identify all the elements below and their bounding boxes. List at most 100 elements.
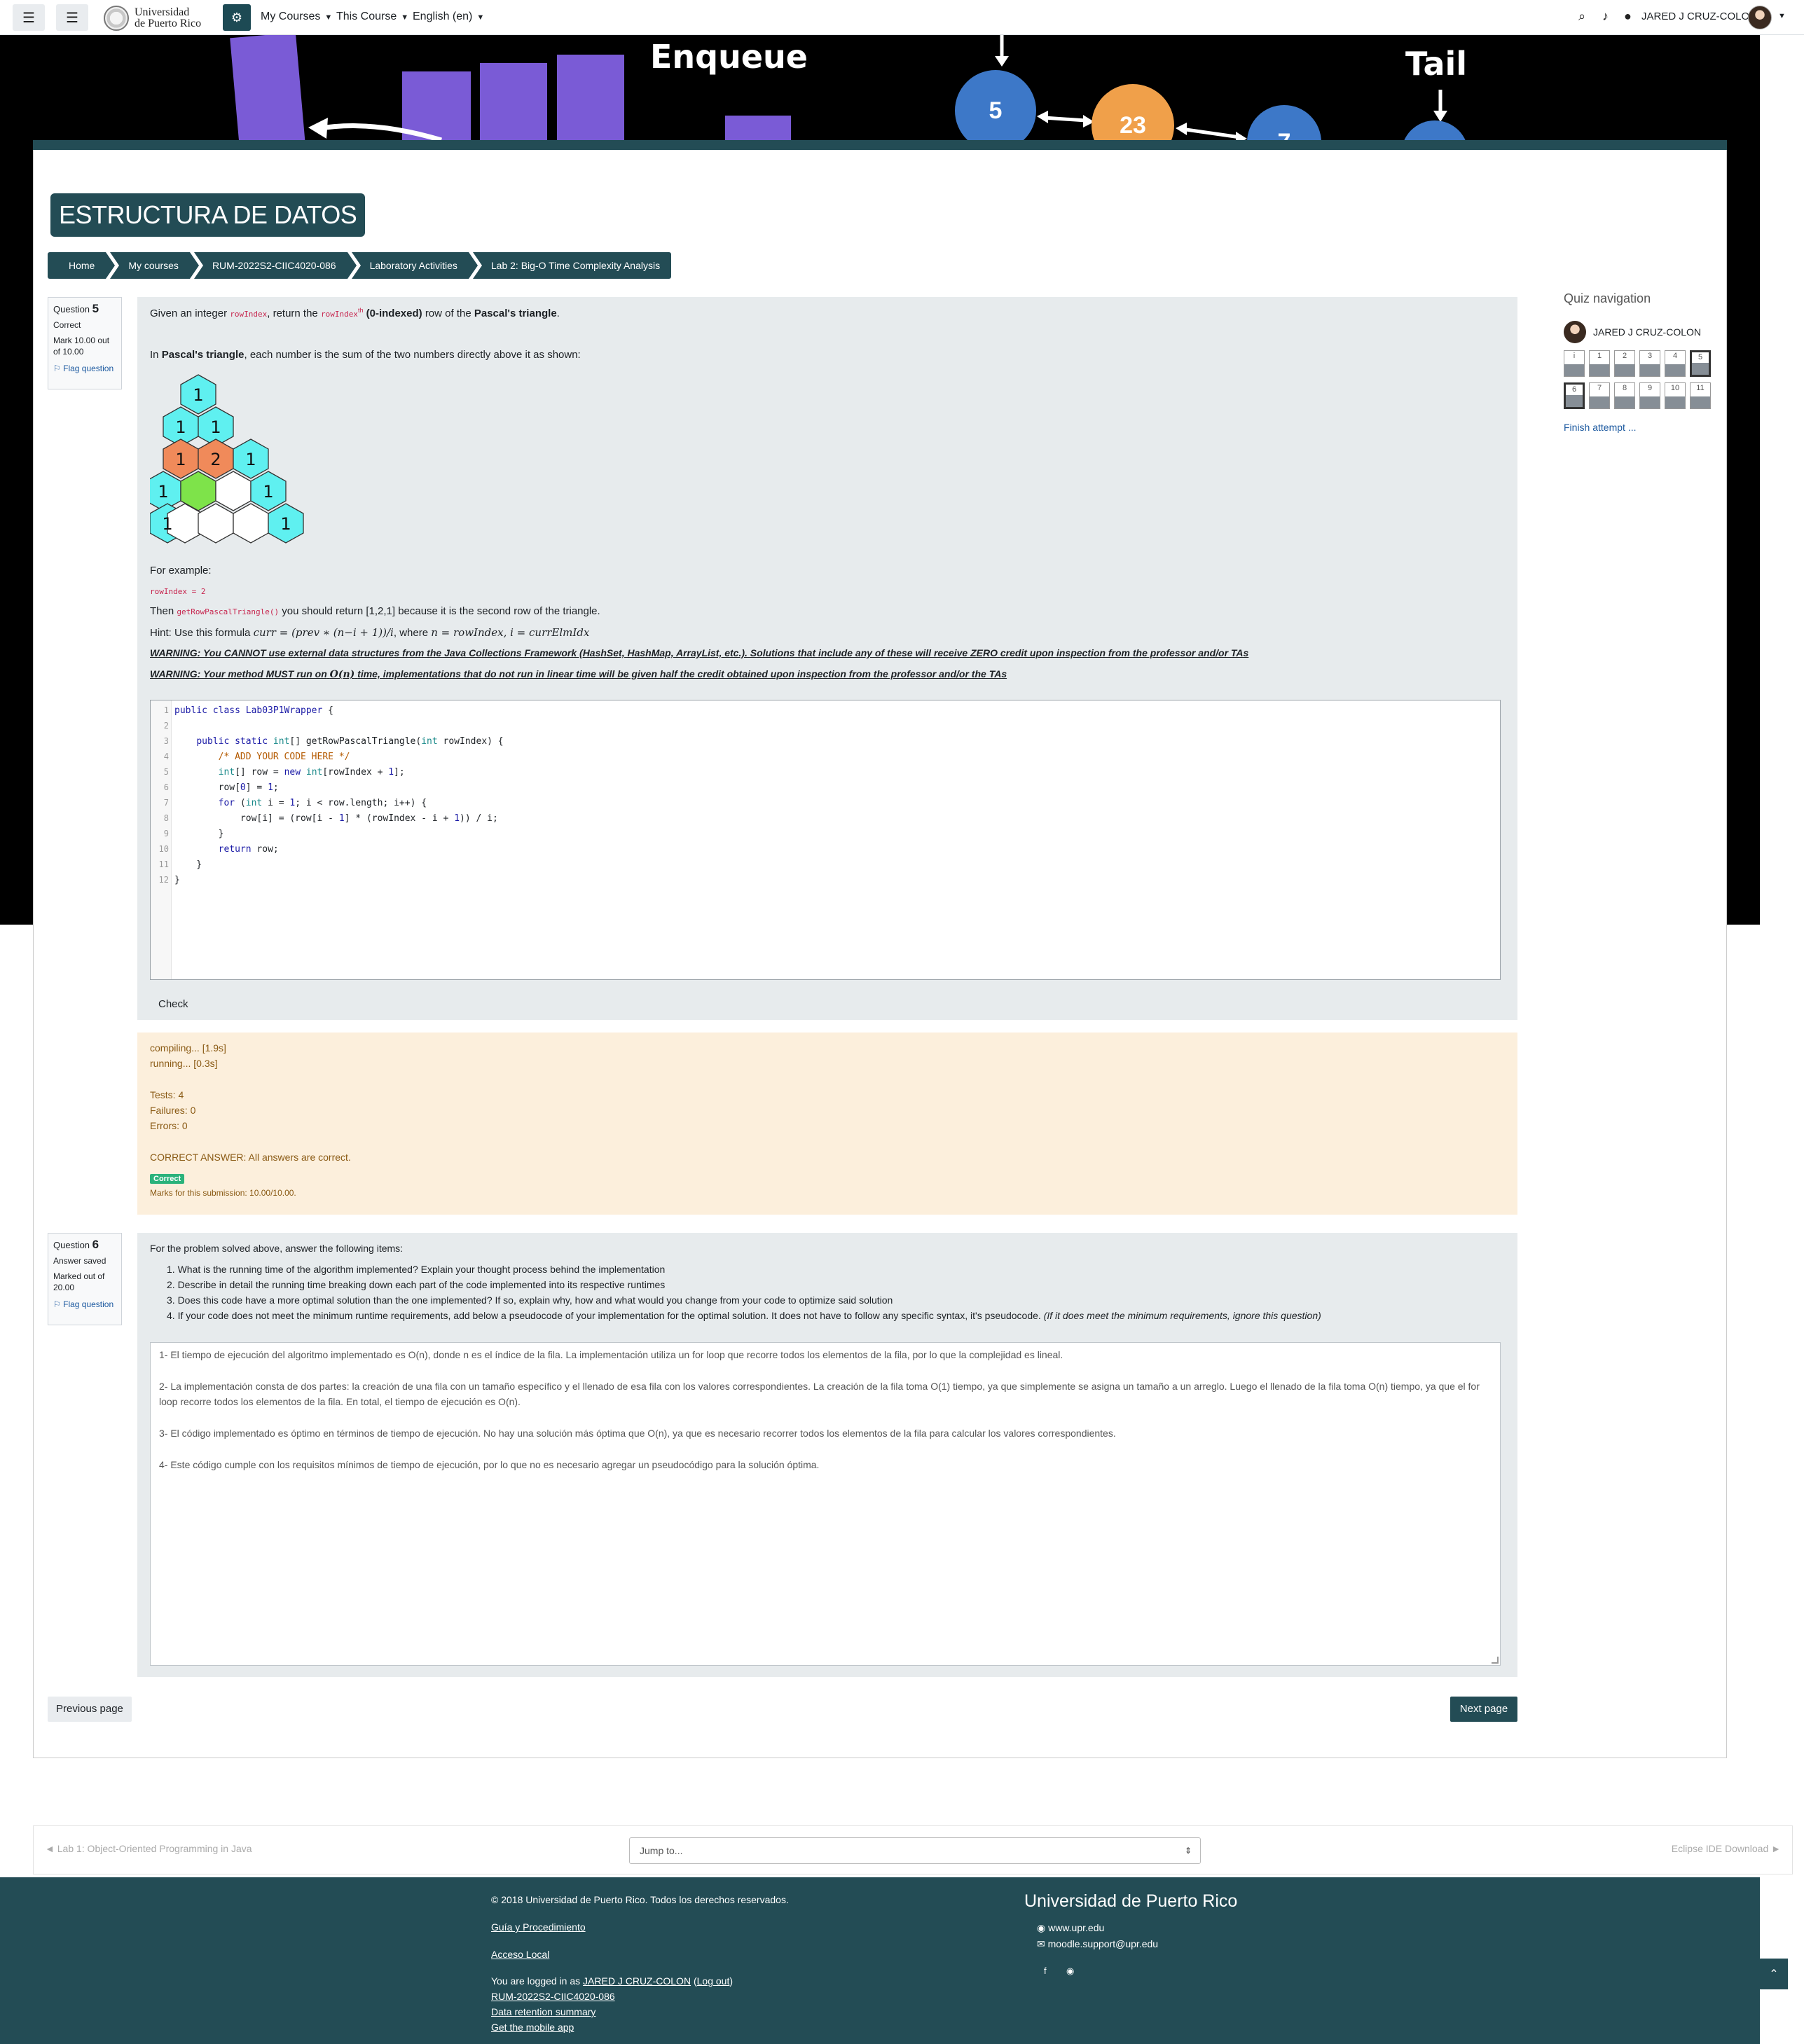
language-menu[interactable]: English (en) ▼ [413,11,484,23]
quiz-navigation-block: Quiz navigation JARED J CRUZ-COLON i 1 2… [1564,291,1718,433]
next-activity-link[interactable]: Eclipse IDE Download ► [1672,1843,1781,1854]
pascal-cell-label: 2 [210,450,221,469]
question-state: Answer saved [53,1256,106,1266]
previous-activity-link[interactable]: ◄ Lab 1: Object-Oriented Programming in … [45,1843,252,1854]
jump-to-select[interactable]: Jump to... ⇕ [629,1837,1201,1864]
footer-link-local-access[interactable]: Acceso Local [491,1949,549,1960]
pascal-cell-label: 1 [193,385,203,405]
list-item: 2. Describe in detail the running time b… [167,1279,666,1290]
facebook-icon[interactable]: f [1044,1966,1047,1976]
quiz-nav-info[interactable]: i [1564,350,1585,377]
text: WARNING: Your method MUST run on [150,668,327,679]
mobile-app-link[interactable]: Get the mobile app [491,2022,574,2033]
question-5-paragraph-2: In Pascal's triangle, each number is the… [150,349,581,361]
resize-handle[interactable] [1492,1657,1499,1664]
avatar[interactable] [1748,6,1772,29]
tests-count: Tests: 4 [150,1089,184,1100]
footer-course-link[interactable]: RUM-2022S2-CIIC4020-086 [491,1991,615,2002]
quiz-nav-question-current[interactable]: 5 [1690,350,1711,377]
banner-enqueue-text: Enqueue [650,38,808,76]
quiz-nav-question[interactable]: 7 [1589,382,1610,409]
pascal-cell-label: 1 [245,450,256,469]
math-formula: O(n) [329,669,355,680]
example-then: Then getRowPascalTriangle() you should r… [150,605,600,617]
quiz-nav-question[interactable]: 11 [1690,382,1711,409]
text: Given an integer [150,308,228,319]
list-icon: ☰ [66,10,78,26]
previous-page-button[interactable]: Previous page [48,1697,132,1722]
drawer-toggle-button[interactable]: ☰ [13,4,45,31]
example-label: For example: [150,565,212,576]
search-icon[interactable]: ⌕ [1578,9,1585,24]
answer-paragraph: 2- La implementación consta de dos parte… [159,1381,1480,1407]
question-5-intro: Given an integer rowIndex, return the ro… [150,307,560,319]
breadcrumb-quiz[interactable]: Lab 2: Big-O Time Complexity Analysis [472,252,672,279]
quiz-nav-question[interactable]: 9 [1639,382,1660,409]
footer-email[interactable]: ✉ moodle.support@upr.edu [1037,1938,1158,1950]
back-to-top-button[interactable]: ⌃ [1760,1959,1788,1989]
question-5-content: Given an integer rowIndex, return the ro… [137,297,1517,1020]
question-mark: Marked out of 20.00 [53,1271,105,1292]
breadcrumb-my-courses[interactable]: My courses [110,252,199,279]
question-6-info: Question 6 Answer saved Marked out of 20… [48,1233,122,1325]
quiz-nav-question-current[interactable]: 6 [1564,382,1585,409]
footer-web[interactable]: ◉ www.upr.edu [1037,1922,1104,1934]
code-editor[interactable]: 1 public class Lab03P1Wrapper { 2 3 publi… [150,700,1501,980]
bold-text: Pascal's triangle [161,349,245,361]
jump-to-value: Jump to... [640,1845,683,1856]
my-courses-label: My Courses [261,11,321,22]
breadcrumb-home[interactable]: Home [48,252,116,279]
caret-down-icon[interactable]: ▼ [1778,12,1786,20]
next-page-button[interactable]: Next page [1450,1697,1517,1722]
globe-icon: ◉ [1037,1922,1046,1933]
check-button[interactable]: Check [150,993,197,1016]
envelope-icon: ✉ [1037,1938,1045,1949]
inline-code: rowIndex [320,310,358,319]
flag-icon: ⚐ [53,364,61,373]
data-retention-link[interactable]: Data retention summary [491,2006,595,2017]
text: row of the [425,308,471,319]
bold-text: (0-indexed) [366,308,422,319]
question-label: Question [53,304,90,315]
course-settings-button[interactable]: ⚙ [223,4,251,31]
quiz-nav-question[interactable]: 10 [1665,382,1686,409]
quiz-nav-question[interactable]: 3 [1639,350,1660,377]
pascal-cell-label: 1 [158,482,168,502]
breadcrumb-course[interactable]: RUM-2022S2-CIIC4020-086 [193,252,357,279]
site-name-line1: Universidad [135,6,190,18]
quiz-nav-question[interactable]: 1 [1589,350,1610,377]
finish-attempt-link[interactable]: Finish attempt ... [1564,422,1636,433]
code-line: 9 } [163,829,224,839]
quiz-nav-question[interactable]: 2 [1614,350,1635,377]
footer-link-guide[interactable]: Guía y Procedimiento [491,1921,586,1933]
flag-question-link[interactable]: ⚐ Flag question [53,1299,116,1310]
chat-icon[interactable]: ● [1624,9,1632,24]
site-logo[interactable]: Universidad de Puerto Rico [104,4,201,32]
code-line: 11 } [158,859,202,870]
running-status: running... [0.3s] [150,1058,218,1069]
question-5-info: Question 5 Correct Mark 10.00 out of 10.… [48,297,122,389]
user-menu-name[interactable]: JARED J CRUZ-COLON [1641,11,1757,22]
top-navbar: ☰ ☰ Universidad de Puerto Rico ⚙ My Cour… [0,0,1804,35]
course-index-button[interactable]: ☰ [56,4,88,31]
answer-textarea[interactable]: 1- El tiempo de ejecución del algoritmo … [150,1342,1501,1666]
code-line: 5 int[] row = new int[rowIndex + 1]; [163,767,405,778]
quiz-navigation-title: Quiz navigation [1564,291,1651,305]
quiz-nav-question[interactable]: 4 [1665,350,1686,377]
my-courses-menu[interactable]: My Courses ▼ [261,11,332,23]
avatar [1564,321,1586,343]
banner-node-value: 5 [989,97,1003,124]
footer-brand: Universidad de Puerto Rico [1024,1891,1238,1911]
profile-link[interactable]: JARED J CRUZ-COLON [583,1975,691,1987]
text: Hint: Use this formula [150,627,251,639]
this-course-menu[interactable]: This Course ▼ [336,11,408,23]
quiz-nav-question[interactable]: 8 [1614,382,1635,409]
globe-icon[interactable]: ◉ [1066,1966,1074,1977]
flag-question-link[interactable]: ⚐ Flag question [53,363,116,374]
logout-link[interactable]: Log out [697,1975,730,1987]
question-number-value: 6 [92,1238,99,1251]
breadcrumb-section[interactable]: Laboratory Activities [351,252,478,279]
bell-icon[interactable]: ♪ [1602,9,1609,24]
text: you should return [1,2,1] because it is … [282,605,600,617]
code-line: 2 [163,721,169,731]
